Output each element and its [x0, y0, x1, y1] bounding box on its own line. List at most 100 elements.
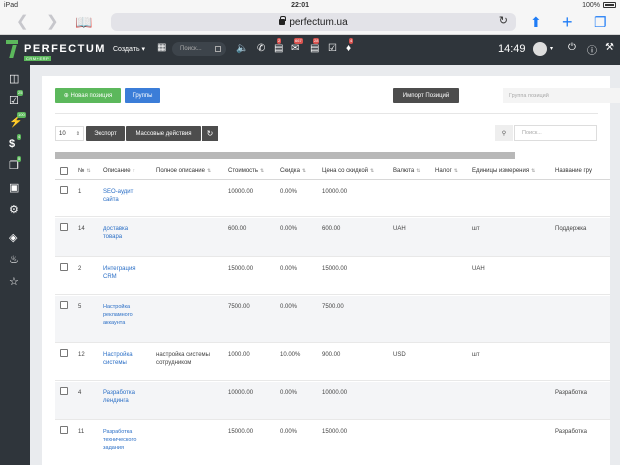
row-checkbox[interactable]: [60, 186, 68, 194]
share-icon[interactable]: ⬆: [530, 13, 542, 31]
col-full-description[interactable]: Полное описание ⇅: [156, 168, 211, 174]
tasks-icon[interactable]: ▤ 2: [274, 38, 283, 55]
col-currency[interactable]: Валюта ⇅: [393, 168, 420, 174]
import-positions-button[interactable]: Импорт Позиций: [393, 88, 459, 103]
search-expand-icon: [215, 46, 221, 52]
divider: [55, 113, 598, 114]
wrench-icon[interactable]: ⚒: [605, 42, 614, 53]
group-filter-placeholder: Группа позиций: [509, 92, 549, 99]
cell-cost: 10000.00: [228, 189, 254, 195]
table-row[interactable]: 12 Настройка системы настройка системы с…: [55, 344, 610, 381]
cell-discounted-price: 10000.00: [322, 189, 348, 195]
dollar-icon[interactable]: $: [9, 138, 15, 150]
cell-full-description: настройка системы сотрудником: [156, 352, 210, 366]
table-row[interactable]: 1 SEO-аудит сайта 10000.00 0.00% 10000.0…: [55, 181, 610, 217]
cell-description[interactable]: Интеграция CRM: [103, 265, 148, 281]
select-all-checkbox[interactable]: [60, 167, 68, 175]
col-description-label: Описание: [103, 168, 131, 174]
cell-cost: 15000.00: [228, 429, 254, 435]
cell-description[interactable]: Настройка рекламного аккаунта: [103, 303, 148, 327]
calendar-icon[interactable]: ▤ 28: [310, 38, 320, 55]
deals-side-badge: 100: [17, 112, 26, 118]
docs-side-badge: 5: [17, 156, 22, 162]
bulk-actions-button[interactable]: Массовые действия: [126, 126, 201, 141]
cell-discounted-price: 900.00: [322, 352, 341, 358]
groups-button[interactable]: Группы: [125, 88, 160, 103]
cell-group-name: Поддержка: [555, 226, 587, 232]
cell-discount: 10.00%: [280, 352, 301, 358]
col-unit[interactable]: Единицы измерения ⇅: [472, 168, 535, 174]
app-logo[interactable]: PERFECTUM CRM+ERP: [6, 40, 106, 61]
grid-icon[interactable]: ▦: [157, 42, 166, 54]
table-row[interactable]: 11 Разработка технического задания 15000…: [55, 421, 610, 465]
mail-icon[interactable]: ✉ 667: [291, 38, 303, 55]
table-row[interactable]: 14 доставка товара 600.00 0.00% 600.00 U…: [55, 218, 610, 257]
col-discount-label: Скидка: [280, 168, 300, 174]
col-discounted-price-label: Цена со скидкой: [322, 168, 369, 174]
cell-description[interactable]: Настройка системы: [103, 351, 148, 367]
gear-icon[interactable]: ⚙: [9, 204, 19, 216]
cell-description[interactable]: доставка товара: [103, 225, 148, 241]
group-filter-select[interactable]: Группа позиций ⌄: [503, 88, 620, 103]
logo-subtitle: CRM+ERP: [24, 56, 52, 61]
reload-icon[interactable]: ↻: [499, 14, 508, 27]
row-checkbox[interactable]: [60, 349, 68, 357]
col-group-name[interactable]: Название гру: [555, 168, 592, 174]
table-row[interactable]: 4 Разработка лендинга 10000.00 0.00% 100…: [55, 382, 610, 420]
create-menu-button[interactable]: Создать ▾: [113, 45, 145, 53]
alerts-badge: 4: [349, 38, 354, 44]
cell-description[interactable]: SEO-аудит сайта: [103, 188, 148, 204]
star-icon[interactable]: ☆: [9, 276, 19, 288]
cell-cost: 7500.00: [228, 304, 250, 310]
col-tax-label: Налог: [435, 168, 452, 174]
row-checkbox[interactable]: [60, 426, 68, 434]
horizontal-scrollbar[interactable]: [55, 152, 515, 159]
search-icon[interactable]: ⚲: [495, 125, 513, 141]
table-row[interactable]: 2 Интеграция CRM 15000.00 0.00% 15000.00…: [55, 258, 610, 295]
global-search-input[interactable]: Поиск...: [172, 42, 226, 56]
power-icon[interactable]: ⏻: [568, 42, 576, 53]
col-tax[interactable]: Налог ⇅: [435, 168, 458, 174]
export-button[interactable]: Экспорт: [86, 126, 125, 141]
page-size-select[interactable]: 10 ⇕: [55, 126, 84, 141]
col-cost[interactable]: Стоимость ⇅: [228, 168, 264, 174]
table-row[interactable]: 5 Настройка рекламного аккаунта 7500.00 …: [55, 296, 610, 343]
checkbox-icon[interactable]: ☑: [9, 95, 19, 107]
col-discounted-price[interactable]: Цена со скидкой ⇅: [322, 168, 374, 174]
row-checkbox[interactable]: [60, 387, 68, 395]
tabs-icon[interactable]: ❐: [594, 13, 607, 31]
browser-toolbar: ❮ ❯ 📖 perfectum.ua ↻ ⬆ + ❐: [0, 10, 620, 35]
cell-description[interactable]: Разработка лендинга: [103, 389, 148, 405]
col-description[interactable]: Описание ↑: [103, 168, 135, 174]
checklist-icon[interactable]: ☑: [328, 43, 337, 55]
forward-icon[interactable]: ❯: [46, 13, 59, 31]
col-num-label: №: [78, 168, 85, 174]
url-text: perfectum.ua: [289, 16, 348, 28]
speaker-icon[interactable]: 🔈: [236, 43, 248, 55]
fire-icon[interactable]: ♨: [9, 254, 19, 266]
monitor-icon[interactable]: ◫: [9, 73, 19, 85]
table-search-placeholder: Поиск...: [522, 130, 542, 136]
status-time: 22:01: [291, 1, 309, 9]
row-checkbox[interactable]: [60, 301, 68, 309]
refresh-button[interactable]: ↻: [202, 126, 218, 141]
briefcase-icon[interactable]: ▣: [9, 182, 19, 194]
layers-icon[interactable]: ◈: [9, 232, 17, 244]
phone-icon[interactable]: ✆: [257, 43, 265, 55]
bookmarks-icon[interactable]: 📖: [75, 13, 92, 31]
chevron-down-icon[interactable]: ▾: [550, 45, 553, 52]
back-icon[interactable]: ❮: [16, 13, 29, 31]
row-checkbox[interactable]: [60, 263, 68, 271]
col-discount[interactable]: Скидка ⇅: [280, 168, 306, 174]
row-checkbox[interactable]: [60, 223, 68, 231]
mail-badge: 667: [294, 38, 303, 44]
bell-icon[interactable]: ♦ 4: [346, 38, 354, 55]
help-icon[interactable]: ⓘ: [587, 42, 597, 57]
col-num[interactable]: № ⇅: [78, 168, 91, 174]
new-position-button[interactable]: ⊕ Новая позиция: [55, 88, 121, 103]
address-bar[interactable]: perfectum.ua ↻: [111, 13, 516, 31]
new-tab-icon[interactable]: +: [562, 13, 573, 31]
table-search-input[interactable]: Поиск...: [514, 125, 597, 141]
cell-description[interactable]: Разработка технического задания: [103, 428, 148, 452]
avatar[interactable]: [533, 42, 547, 56]
